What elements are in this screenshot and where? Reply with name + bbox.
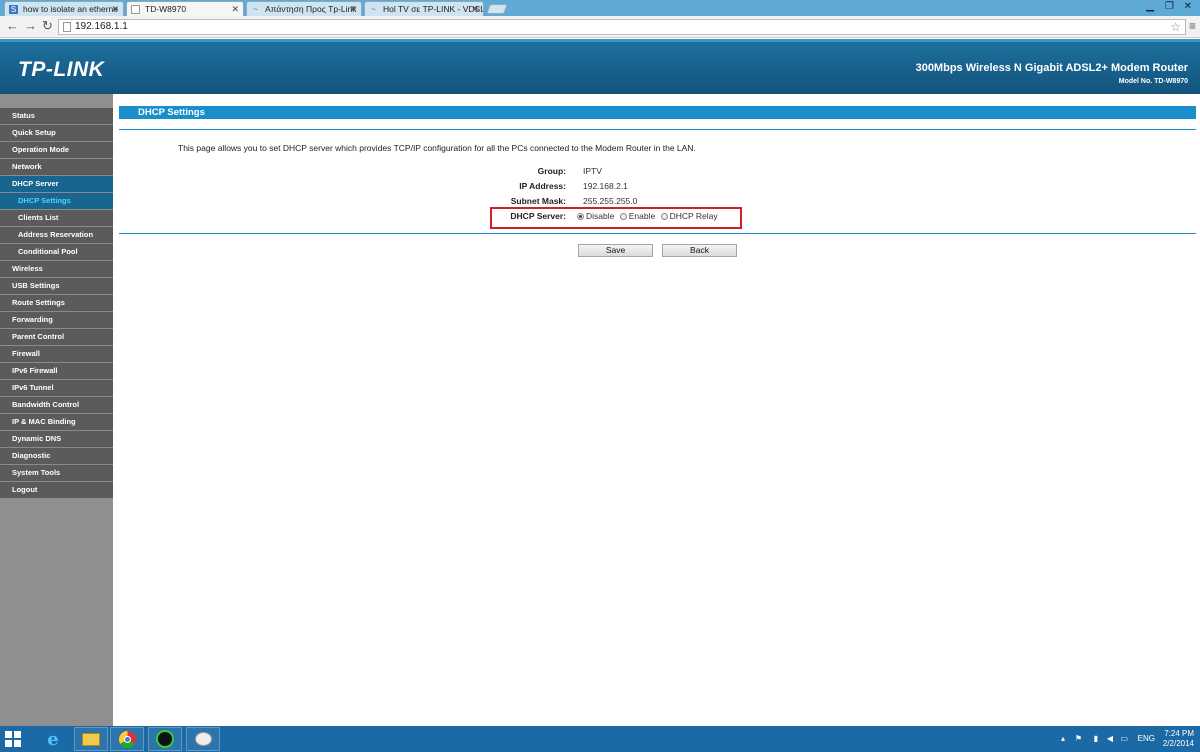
model-number: Model No. TD-W8970: [1118, 78, 1188, 85]
sidebar-item-conditional-pool[interactable]: Conditional Pool: [0, 244, 113, 261]
new-tab-button[interactable]: [486, 4, 508, 14]
router-header: TP-LINK 300Mbps Wireless N Gigabit ADSL2…: [0, 39, 1200, 94]
tab-title: TD-W8970: [145, 4, 187, 14]
sidebar-item-network[interactable]: Network: [0, 159, 113, 176]
sidebar-item-address-reservation[interactable]: Address Reservation: [0, 227, 113, 244]
back-button[interactable]: Back: [662, 244, 737, 257]
file-explorer-icon[interactable]: [74, 727, 108, 751]
tab-favicon-icon: [131, 5, 140, 14]
tab-how-to-isolate[interactable]: S how to isolate an etherne ✕: [4, 1, 124, 16]
close-tab-icon[interactable]: ✕: [111, 2, 119, 16]
page-title-bar: DHCP Settings: [119, 106, 1196, 119]
sidebar-item-forwarding[interactable]: Forwarding: [0, 312, 113, 329]
sidebar-item-diagnostic[interactable]: Diagnostic: [0, 448, 113, 465]
language-indicator[interactable]: ENG: [1138, 726, 1155, 752]
group-row: Group: IPTV: [113, 165, 1200, 177]
divider-bottom: [119, 233, 1196, 234]
tab-td-w8970[interactable]: TD-W8970 ✕: [126, 1, 244, 16]
close-window-icon[interactable]: ✕: [1184, 1, 1192, 13]
close-tab-icon[interactable]: ✕: [349, 2, 357, 16]
tab-favicon-icon: ~: [371, 5, 376, 14]
menu-icon[interactable]: ≡: [1189, 18, 1196, 34]
sidebar-item-clients-list[interactable]: Clients List: [0, 210, 113, 227]
paint-icon[interactable]: [186, 727, 220, 751]
tp-link-logo: TP-LINK: [18, 58, 105, 81]
group-value: IPTV: [583, 166, 602, 176]
windows-start-icon[interactable]: [5, 731, 21, 747]
close-tab-icon[interactable]: ✕: [231, 2, 239, 16]
sidebar-item-dhcp-server[interactable]: DHCP Server: [0, 176, 113, 193]
minimize-icon[interactable]: ▁: [1146, 1, 1154, 13]
subnet-mask-value: 255.255.255.0: [583, 196, 638, 206]
close-tab-icon[interactable]: ✕: [471, 2, 479, 16]
sidebar-item-dhcp-settings[interactable]: DHCP Settings: [0, 193, 113, 210]
tab-hol-tv[interactable]: ~ Hol TV σε TP-LINK - VDSL ✕: [364, 1, 484, 16]
tab-favicon-icon: S: [9, 5, 18, 14]
browser-toolbar: ← → ↻ 192.168.1.1 ☆ ≡: [0, 16, 1200, 38]
internet-explorer-icon[interactable]: e: [36, 727, 70, 751]
sidebar-item-ip-mac-binding[interactable]: IP & MAC Binding: [0, 414, 113, 431]
sidebar-item-dynamic-dns[interactable]: Dynamic DNS: [0, 431, 113, 448]
sidebar-item-wireless[interactable]: Wireless: [0, 261, 113, 278]
address-bar[interactable]: 192.168.1.1 ☆: [58, 19, 1186, 35]
tab-reply-tp-link[interactable]: ~ Απάντηση Προς Tp-Link ✕: [246, 1, 362, 16]
tab-title: how to isolate an etherne: [23, 4, 118, 14]
sidebar-item-parent-control[interactable]: Parent Control: [0, 329, 113, 346]
divider-top: [119, 129, 1196, 130]
sidebar-item-bandwidth-control[interactable]: Bandwidth Control: [0, 397, 113, 414]
sidebar-item-route-settings[interactable]: Route Settings: [0, 295, 113, 312]
green-app-icon[interactable]: [148, 727, 182, 751]
sidebar-item-logout[interactable]: Logout: [0, 482, 113, 499]
page-icon: [63, 22, 71, 32]
sidebar-item-firewall[interactable]: Firewall: [0, 346, 113, 363]
browser-tab-strip: S how to isolate an etherne ✕ TD-W8970 ✕…: [0, 0, 1200, 16]
bookmark-star-icon[interactable]: ☆: [1170, 20, 1181, 34]
subnet-mask-row: Subnet Mask: 255.255.255.0: [113, 195, 1200, 207]
sidebar-nav: Status Quick Setup Operation Mode Networ…: [0, 94, 113, 726]
tray-volume-icon[interactable]: ◀: [1107, 726, 1113, 752]
dhcp-server-highlight-box: [490, 207, 742, 229]
address-bar-url: 192.168.1.1: [75, 21, 128, 32]
save-button[interactable]: Save: [578, 244, 653, 257]
page-description: This page allows you to set DHCP server …: [178, 143, 696, 153]
group-label: Group:: [537, 166, 566, 176]
sidebar-item-usb-settings[interactable]: USB Settings: [0, 278, 113, 295]
ip-address-value: 192.168.2.1: [583, 181, 628, 191]
chrome-icon[interactable]: [110, 727, 144, 751]
sidebar-item-system-tools[interactable]: System Tools: [0, 465, 113, 482]
main-content: DHCP Settings This page allows you to se…: [113, 94, 1200, 726]
tray-network-icon[interactable]: ▮: [1094, 726, 1098, 752]
tray-show-hidden-icon[interactable]: ▴: [1061, 726, 1065, 752]
tab-title: Hol TV σε TP-LINK - VDSL: [383, 4, 484, 14]
subnet-mask-label: Subnet Mask:: [510, 196, 566, 206]
clock-time: 7:24 PM: [1164, 729, 1194, 738]
clock-date: 2/2/2014: [1162, 739, 1194, 748]
ip-address-row: IP Address: 192.168.2.1: [113, 180, 1200, 192]
tray-keyboard-icon[interactable]: ▭: [1120, 726, 1128, 752]
windows-taskbar: e ▴ ⚑ ▮ ◀ ▭ ENG 7:24 PM 2/2/2014: [0, 726, 1200, 752]
sidebar-spacer: [0, 94, 113, 108]
forward-arrow-icon[interactable]: →: [24, 18, 37, 34]
reload-icon[interactable]: ↻: [42, 18, 53, 34]
page-title: DHCP Settings: [138, 107, 205, 118]
sidebar-item-quick-setup[interactable]: Quick Setup: [0, 125, 113, 142]
sidebar-item-ipv6-firewall[interactable]: IPv6 Firewall: [0, 363, 113, 380]
ip-address-label: IP Address:: [519, 181, 566, 191]
sidebar-item-operation-mode[interactable]: Operation Mode: [0, 142, 113, 159]
restore-icon[interactable]: ❐: [1165, 1, 1174, 13]
sidebar-item-status[interactable]: Status: [0, 108, 113, 125]
tab-title: Απάντηση Προς Tp-Link: [265, 4, 357, 14]
product-name: 300Mbps Wireless N Gigabit ADSL2+ Modem …: [915, 62, 1188, 74]
taskbar-clock[interactable]: 7:24 PM 2/2/2014: [1163, 729, 1194, 749]
tab-favicon-icon: ~: [253, 5, 258, 14]
back-arrow-icon[interactable]: ←: [6, 18, 19, 34]
sidebar-item-ipv6-tunnel[interactable]: IPv6 Tunnel: [0, 380, 113, 397]
tray-flag-icon[interactable]: ⚑: [1075, 726, 1082, 752]
